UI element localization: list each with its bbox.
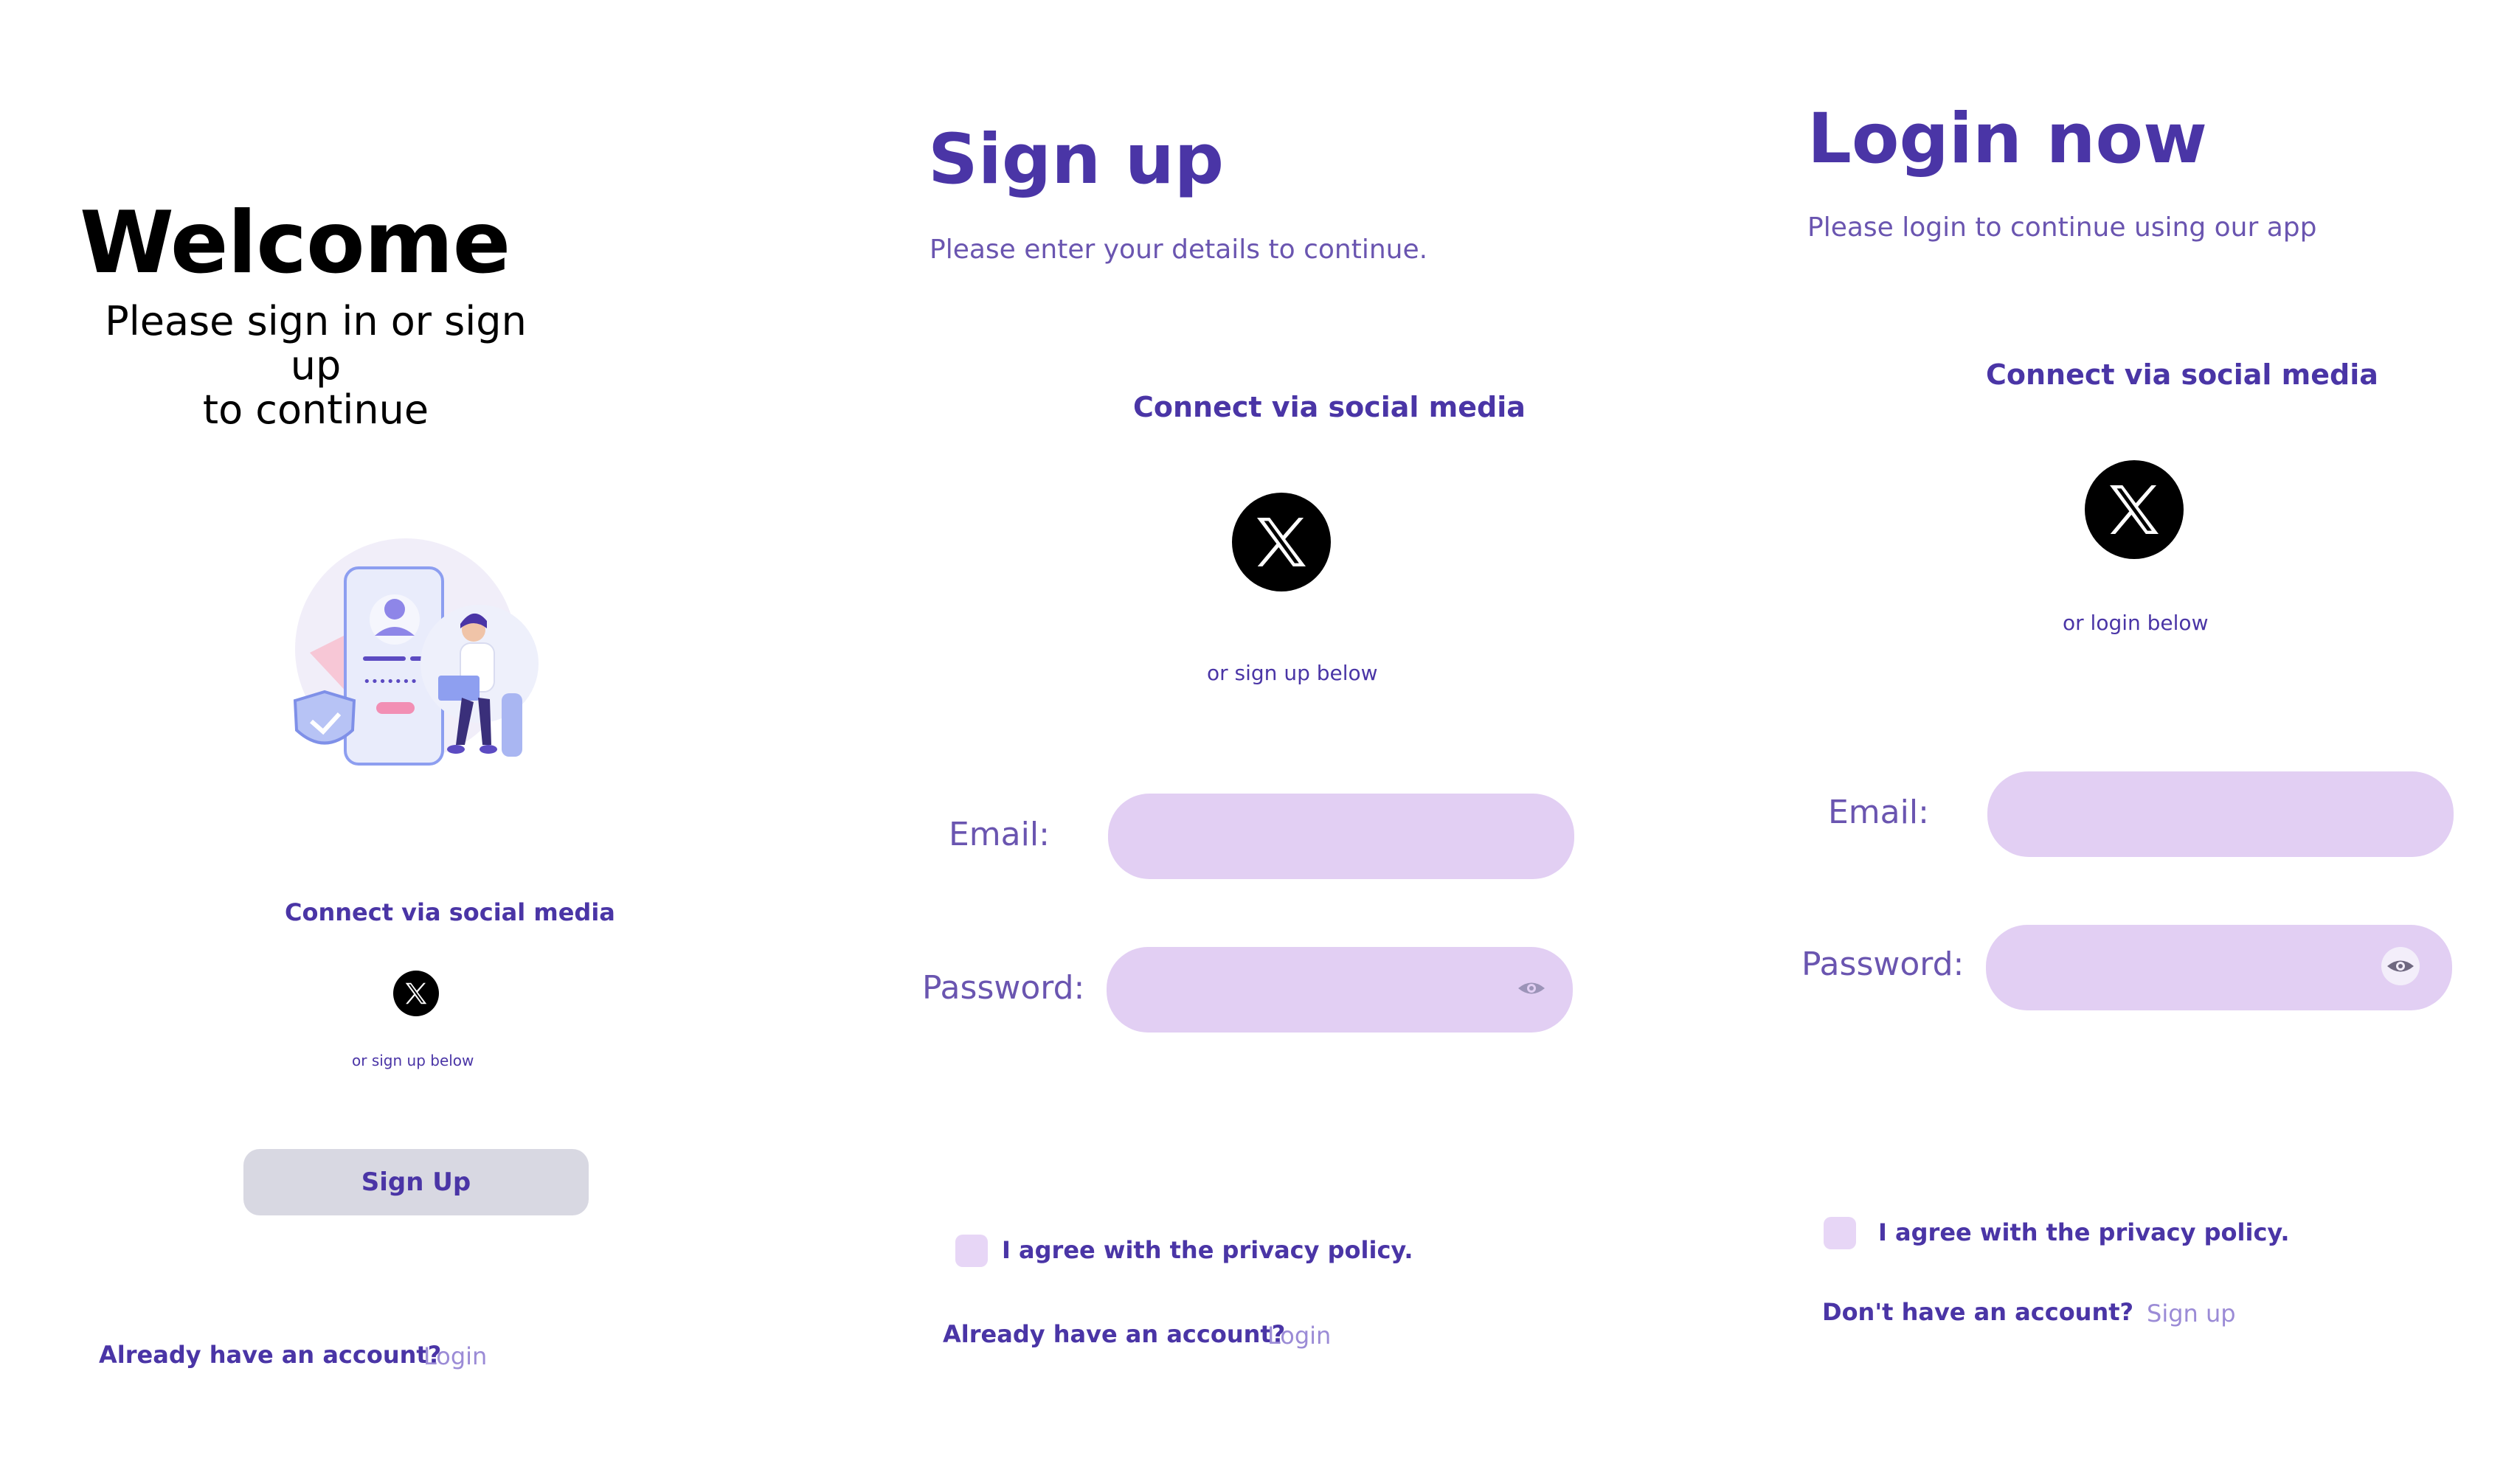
x-logo-icon xyxy=(2110,485,2159,534)
signup-privacy-label: I agree with the privacy policy. xyxy=(1002,1236,1413,1264)
welcome-login-link[interactable]: Login xyxy=(423,1342,487,1370)
svg-text:•••••••: ••••••• xyxy=(363,674,418,690)
welcome-subtitle: Please sign in or sign up to continue xyxy=(80,299,552,432)
login-signup-link[interactable]: Sign up xyxy=(2147,1299,2236,1328)
user-laptop-illustration: ••••••• xyxy=(280,531,561,782)
signup-connect-label: Connect via social media xyxy=(1133,391,1526,423)
login-or-text: or login below xyxy=(2063,611,2209,635)
signup-subtitle: Please enter your details to continue. xyxy=(930,235,1428,265)
login-no-account: Don't have an account? xyxy=(1822,1298,2134,1326)
signup-email-label: Email: xyxy=(949,816,1050,853)
signup-login-link[interactable]: Login xyxy=(1267,1322,1331,1350)
login-title: Login now xyxy=(1807,99,2207,179)
login-connect-label: Connect via social media xyxy=(1986,358,2378,391)
login-privacy-label: I agree with the privacy policy. xyxy=(1878,1218,2290,1246)
x-logo-icon xyxy=(405,982,427,1004)
eye-icon xyxy=(1518,982,1545,994)
sign-up-button[interactable]: Sign Up xyxy=(243,1149,589,1215)
welcome-subtitle-line1: Please sign in or sign up xyxy=(105,298,527,389)
login-email-field[interactable] xyxy=(1987,771,2454,857)
login-email-label: Email: xyxy=(1828,794,1929,831)
signup-title: Sign up xyxy=(928,119,1225,200)
signup-password-field[interactable] xyxy=(1107,947,1573,1033)
signup-email-field[interactable] xyxy=(1108,794,1574,879)
welcome-or-text: or sign up below xyxy=(352,1052,474,1069)
welcome-have-account: Already have an account? xyxy=(99,1341,442,1369)
login-privacy-checkbox[interactable] xyxy=(1824,1217,1856,1249)
x-logo-icon xyxy=(1257,518,1306,566)
login-show-password-toggle[interactable] xyxy=(2381,947,2420,985)
welcome-subtitle-line2: to continue xyxy=(202,386,429,433)
signup-x-login-button[interactable] xyxy=(1232,493,1331,591)
login-subtitle: Please login to continue using our app xyxy=(1807,212,2317,243)
signup-password-label: Password: xyxy=(922,969,1085,1007)
signup-privacy-checkbox[interactable] xyxy=(955,1235,988,1267)
welcome-x-login-button[interactable] xyxy=(393,971,439,1016)
login-x-login-button[interactable] xyxy=(2085,460,2184,559)
signup-have-account: Already have an account? xyxy=(943,1320,1286,1348)
welcome-connect-label: Connect via social media xyxy=(285,898,615,926)
signup-or-text: or sign up below xyxy=(1207,661,1378,685)
eye-icon xyxy=(2387,960,2414,972)
welcome-title: Welcome xyxy=(80,193,510,293)
login-password-label: Password: xyxy=(1801,945,1965,983)
signup-show-password-toggle[interactable] xyxy=(1512,969,1551,1007)
